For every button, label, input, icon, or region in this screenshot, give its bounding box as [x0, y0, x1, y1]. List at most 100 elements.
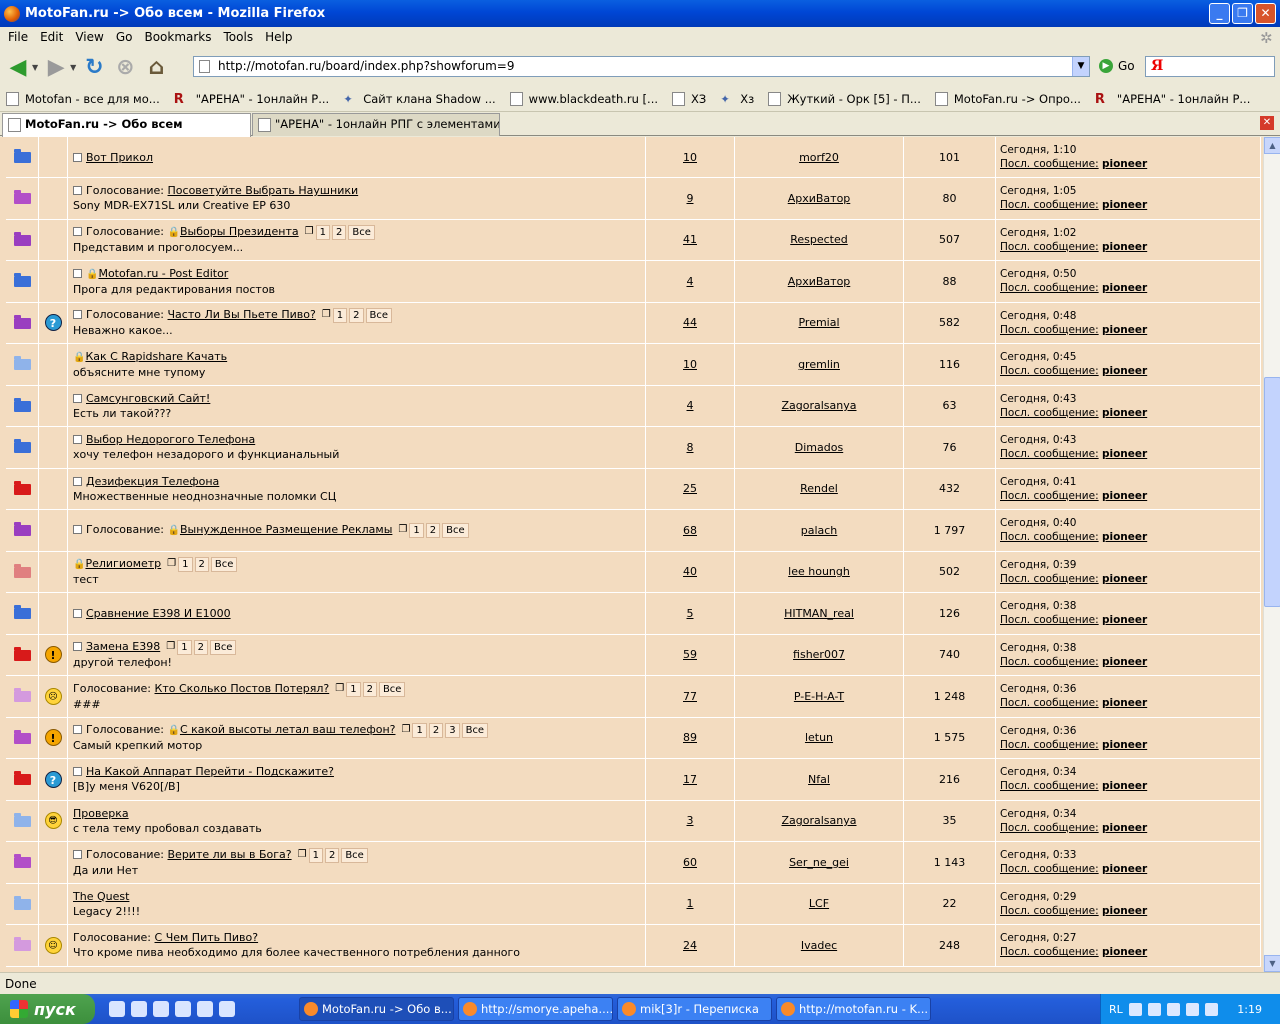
tray-icon[interactable]	[1166, 1002, 1180, 1016]
page-link[interactable]: 2	[193, 640, 208, 656]
author-link[interactable]: letun	[805, 731, 833, 744]
last-post-link[interactable]: Посл. сообщение:	[1000, 531, 1099, 543]
tray-icon[interactable]	[1185, 1002, 1199, 1016]
page-link[interactable]: 1	[308, 847, 323, 863]
topic-title-link[interactable]: Часто Ли Вы Пьете Пиво?	[168, 308, 316, 321]
last-poster-link[interactable]: pioneer	[1102, 697, 1147, 709]
author-link[interactable]: Premial	[798, 316, 839, 329]
topic-title-link[interactable]: С Чем Пить Пиво?	[155, 931, 259, 944]
minimize-button[interactable]: _	[1209, 3, 1230, 24]
page-link[interactable]: Все	[341, 847, 368, 863]
vertical-scrollbar[interactable]: ▲ ▼	[1263, 137, 1280, 972]
language-indicator[interactable]: RL	[1109, 1003, 1123, 1016]
last-poster-link[interactable]: pioneer	[1102, 490, 1147, 502]
page-link[interactable]: 1	[315, 225, 330, 241]
topic-title-link[interactable]: С какой высоты летал ваш телефон?	[180, 723, 396, 736]
topic-title-link[interactable]: Самсунговский Сайт!	[86, 392, 210, 405]
author-link[interactable]: Zagoralsanya	[781, 399, 856, 412]
topic-preview-icon[interactable]	[73, 393, 82, 403]
author-link[interactable]: lee houngh	[788, 565, 850, 578]
menu-view[interactable]: View	[71, 30, 111, 44]
page-link[interactable]: 1	[346, 681, 361, 697]
taskbar-task[interactable]: mik[3]r - Переписка	[617, 997, 772, 1021]
last-post-link[interactable]: Посл. сообщение:	[1000, 490, 1099, 502]
search-input[interactable]: Я	[1145, 56, 1275, 77]
taskbar-task[interactable]: MotoFan.ru -> Обо в...	[299, 997, 454, 1021]
topic-title-link[interactable]: Сравнение Е398 И Е1000	[86, 607, 231, 620]
page-link[interactable]: 1	[178, 557, 193, 573]
quicklaunch-icon[interactable]	[219, 1001, 235, 1017]
bookmark-item[interactable]: ✦ Хз	[720, 92, 754, 106]
last-poster-link[interactable]: pioneer	[1102, 739, 1147, 751]
forward-dropdown-icon[interactable]: ▼	[70, 63, 76, 72]
last-poster-link[interactable]: pioneer	[1102, 282, 1147, 294]
author-link[interactable]: Nfal	[808, 773, 830, 786]
replies-link[interactable]: 8	[687, 441, 694, 454]
close-tab-icon[interactable]: ✕	[1260, 116, 1274, 130]
page-link[interactable]: Все	[378, 681, 406, 697]
replies-link[interactable]: 9	[687, 192, 694, 205]
last-post-link[interactable]: Посл. сообщение:	[1000, 822, 1099, 834]
topic-title-link[interactable]: Замена Е398	[86, 640, 160, 653]
replies-link[interactable]: 59	[683, 648, 697, 661]
last-post-link[interactable]: Посл. сообщение:	[1000, 656, 1099, 668]
page-link[interactable]: 2	[425, 523, 441, 539]
bookmark-item[interactable]: ✦ Сайт клана Shadow ...	[343, 92, 495, 106]
last-poster-link[interactable]: pioneer	[1102, 199, 1147, 211]
replies-link[interactable]: 60	[683, 856, 697, 869]
page-link[interactable]: Все	[348, 225, 375, 241]
page-link[interactable]: Все	[365, 308, 393, 324]
page-link[interactable]: 2	[428, 723, 444, 739]
last-poster-link[interactable]: pioneer	[1102, 241, 1147, 253]
topic-preview-icon[interactable]	[73, 525, 82, 535]
page-link[interactable]: Все	[209, 640, 237, 656]
topic-preview-icon[interactable]	[73, 435, 82, 445]
reload-button[interactable]: ↻	[81, 54, 107, 80]
last-poster-link[interactable]: pioneer	[1102, 573, 1147, 585]
quicklaunch-icon[interactable]	[197, 1001, 213, 1017]
quicklaunch-icon[interactable]	[153, 1001, 169, 1017]
last-poster-link[interactable]: pioneer	[1102, 614, 1147, 626]
author-link[interactable]: morf20	[799, 151, 839, 164]
author-link[interactable]: Ivadec	[801, 939, 837, 952]
last-post-link[interactable]: Посл. сообщение:	[1000, 158, 1099, 170]
scroll-up-icon[interactable]: ▲	[1264, 137, 1280, 154]
page-link[interactable]: 2	[331, 225, 347, 241]
tray-icon[interactable]	[1147, 1002, 1161, 1016]
last-poster-link[interactable]: pioneer	[1102, 863, 1147, 875]
url-input[interactable]: http://motofan.ru/board/index.php?showfo…	[193, 56, 1090, 77]
last-post-link[interactable]: Посл. сообщение:	[1000, 407, 1099, 419]
author-link[interactable]: P-E-H-A-T	[794, 690, 844, 703]
topic-title-link[interactable]: Посоветуйте Выбрать Наушники	[168, 184, 359, 197]
scroll-thumb[interactable]	[1264, 377, 1280, 607]
author-link[interactable]: Ser_ne_gei	[789, 856, 849, 869]
quicklaunch-icon[interactable]	[131, 1001, 147, 1017]
home-button[interactable]: ⌂	[143, 54, 169, 80]
author-link[interactable]: Dimados	[795, 441, 843, 454]
menu-edit[interactable]: Edit	[36, 30, 71, 44]
author-link[interactable]: gremlin	[798, 358, 840, 371]
last-post-link[interactable]: Посл. сообщение:	[1000, 697, 1099, 709]
replies-link[interactable]: 17	[683, 773, 697, 786]
last-poster-link[interactable]: pioneer	[1102, 531, 1147, 543]
tray-icon[interactable]	[1128, 1002, 1142, 1016]
topic-preview-icon[interactable]	[73, 767, 82, 777]
author-link[interactable]: LCF	[809, 897, 829, 910]
topic-title-link[interactable]: Как С Rapidshare Качать	[85, 350, 227, 363]
go-button[interactable]: ▶ Go	[1099, 59, 1135, 73]
author-link[interactable]: Rendel	[800, 482, 838, 495]
topic-preview-icon[interactable]	[73, 310, 82, 320]
last-poster-link[interactable]: pioneer	[1102, 158, 1147, 170]
page-link[interactable]: 2	[324, 847, 340, 863]
topic-preview-icon[interactable]	[73, 227, 82, 237]
menu-file[interactable]: File	[4, 30, 36, 44]
replies-link[interactable]: 10	[683, 358, 697, 371]
quicklaunch-icon[interactable]	[109, 1001, 125, 1017]
last-post-link[interactable]: Посл. сообщение:	[1000, 739, 1099, 751]
topic-title-link[interactable]: Дезифекция Телефона	[86, 475, 219, 488]
forward-button[interactable]: ▶	[43, 54, 69, 80]
taskbar-task[interactable]: http://motofan.ru - K...	[776, 997, 931, 1021]
menu-bookmarks[interactable]: Bookmarks	[140, 30, 219, 44]
replies-link[interactable]: 25	[683, 482, 697, 495]
topic-title-link[interactable]: Вынужденное Размещение Рекламы	[180, 523, 392, 536]
